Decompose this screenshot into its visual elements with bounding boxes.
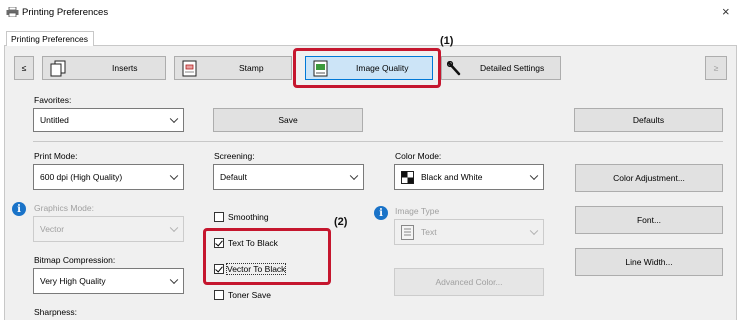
chevron-down-icon — [529, 226, 539, 236]
highlight-box-image-quality — [293, 48, 441, 88]
callout-1: (1) — [440, 35, 454, 47]
print-mode-select[interactable]: 600 dpi (High Quality) — [33, 164, 184, 190]
info-icon: i — [374, 206, 388, 220]
favorites-label: Favorites: — [34, 95, 72, 105]
advanced-color-button[interactable]: Advanced Color... — [394, 268, 544, 296]
printer-icon — [6, 7, 19, 17]
image-type-label: Image Type — [395, 206, 440, 216]
chevron-down-icon — [169, 223, 179, 233]
graphics-mode-select[interactable]: Vector — [33, 216, 184, 242]
graphics-mode-label: Graphics Mode: — [34, 203, 94, 213]
callout-2: (2) — [334, 216, 348, 228]
chevron-down-icon — [349, 171, 359, 181]
wrench-icon — [447, 61, 461, 76]
window-title: Printing Preferences — [22, 7, 109, 18]
toner-save-label: Toner Save — [228, 290, 271, 300]
chevron-down-icon — [169, 171, 179, 181]
divider — [33, 141, 723, 142]
smoothing-checkbox[interactable] — [214, 212, 224, 222]
stamp-button[interactable]: Stamp — [174, 56, 292, 80]
smoothing-label: Smoothing — [228, 212, 269, 222]
chevron-down-icon — [169, 275, 179, 285]
scroll-left-button[interactable]: ≤ — [14, 56, 34, 80]
title-bar: Printing Preferences × — [0, 0, 741, 24]
print-mode-label: Print Mode: — [34, 151, 78, 161]
toner-save-checkbox[interactable] — [214, 290, 224, 300]
defaults-button[interactable]: Defaults — [574, 108, 723, 132]
font-button[interactable]: Font... — [575, 206, 723, 234]
scroll-right-button[interactable]: ≥ — [705, 56, 727, 80]
detailed-settings-button[interactable]: Detailed Settings — [441, 56, 561, 80]
bitmap-compression-select[interactable]: Very High Quality — [33, 268, 184, 294]
color-mode-label: Color Mode: — [395, 151, 442, 161]
favorites-select[interactable]: Untitled — [33, 108, 184, 132]
inserts-icon — [50, 60, 66, 77]
line-width-button[interactable]: Line Width... — [575, 248, 723, 276]
sharpness-label: Sharpness: — [34, 307, 77, 317]
text-document-icon — [401, 225, 414, 240]
chevron-down-icon — [169, 114, 179, 124]
tab-printing-preferences[interactable]: Printing Preferences — [6, 31, 94, 46]
chevron-down-icon — [529, 171, 539, 181]
color-mode-select[interactable]: Black and White — [394, 164, 544, 190]
stamp-icon — [182, 60, 197, 77]
bitmap-compression-label: Bitmap Compression: — [34, 255, 116, 265]
black-white-icon — [401, 171, 414, 184]
image-type-select[interactable]: Text — [394, 219, 544, 245]
info-icon: i — [12, 202, 26, 216]
screening-label: Screening: — [214, 151, 255, 161]
color-adjustment-button[interactable]: Color Adjustment... — [575, 164, 723, 192]
screening-select[interactable]: Default — [213, 164, 364, 190]
inserts-button[interactable]: Inserts — [42, 56, 166, 80]
save-button[interactable]: Save — [213, 108, 363, 132]
highlight-box-checkboxes — [203, 228, 331, 285]
close-icon[interactable]: × — [722, 4, 730, 19]
